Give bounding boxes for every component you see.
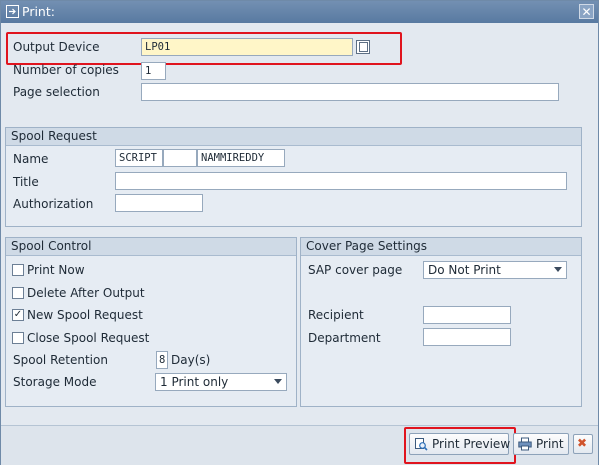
recipient-input[interactable]: [423, 306, 511, 324]
printer-icon: [518, 437, 532, 451]
dialog-title: Print:: [22, 4, 55, 19]
print-label: Print: [536, 437, 564, 451]
print-now-checkbox[interactable]: [12, 264, 24, 276]
storage-mode-label: Storage Mode: [13, 375, 97, 389]
authorization-label: Authorization: [13, 197, 94, 211]
print-now-option[interactable]: Print Now: [12, 263, 212, 279]
spool-name-part2-input[interactable]: [163, 149, 197, 167]
close-spool-request-checkbox[interactable]: [12, 332, 24, 344]
print-button[interactable]: Print: [513, 433, 569, 455]
sap-cover-page-value: Do Not Print: [428, 263, 501, 277]
recipient-label: Recipient: [308, 308, 364, 322]
spool-retention-input[interactable]: 8: [156, 351, 168, 369]
cover-page-settings-heading: Cover Page Settings: [301, 238, 581, 256]
authorization-input[interactable]: [115, 194, 203, 212]
spool-name-part1-input[interactable]: SCRIPT: [115, 149, 163, 167]
close-window-button[interactable]: ✕: [579, 4, 594, 19]
delete-after-output-option[interactable]: Delete After Output: [12, 286, 212, 302]
new-spool-request-checkbox[interactable]: ✓: [12, 309, 24, 321]
print-preview-highlight: [404, 427, 516, 464]
cancel-button[interactable]: [573, 434, 593, 454]
output-device-highlight: [6, 32, 402, 65]
new-spool-request-option[interactable]: ✓ New Spool Request: [12, 308, 212, 324]
sap-cover-page-select[interactable]: Do Not Print: [423, 261, 567, 279]
spool-title-label: Title: [13, 175, 39, 189]
spool-name-label: Name: [13, 152, 49, 166]
chevron-down-icon: [554, 267, 562, 272]
department-input[interactable]: [423, 328, 511, 346]
delete-after-output-label: Delete After Output: [27, 286, 145, 300]
sap-cover-page-label: SAP cover page: [308, 263, 403, 277]
copies-label: Number of copies: [13, 63, 119, 77]
print-now-label: Print Now: [27, 263, 85, 277]
close-spool-request-label: Close Spool Request: [27, 331, 150, 345]
spool-request-heading: Spool Request: [6, 128, 581, 146]
print-dialog: Print: ✕ Output Device LP01 Number of co…: [0, 0, 599, 465]
title-bar: Print: ✕: [1, 1, 598, 23]
delete-after-output-checkbox[interactable]: [12, 287, 24, 299]
page-selection-input[interactable]: [141, 83, 559, 101]
page-selection-label: Page selection: [13, 85, 100, 99]
chevron-down-icon: [274, 379, 282, 384]
storage-mode-select[interactable]: 1 Print only: [155, 373, 287, 391]
spool-retention-unit: Day(s): [171, 353, 211, 367]
close-spool-request-option[interactable]: Close Spool Request: [12, 331, 212, 347]
new-spool-request-label: New Spool Request: [27, 308, 143, 322]
close-icon: ✕: [581, 5, 592, 19]
spool-control-heading: Spool Control: [6, 238, 296, 256]
department-label: Department: [308, 331, 381, 345]
spool-retention-label: Spool Retention: [13, 353, 108, 367]
spool-title-input[interactable]: [115, 172, 567, 190]
copies-input[interactable]: 1: [141, 62, 166, 80]
print-dialog-icon: [6, 5, 19, 18]
storage-mode-value: 1 Print only: [160, 375, 229, 389]
spool-name-part3-input[interactable]: NAMMIREDDY: [197, 149, 285, 167]
